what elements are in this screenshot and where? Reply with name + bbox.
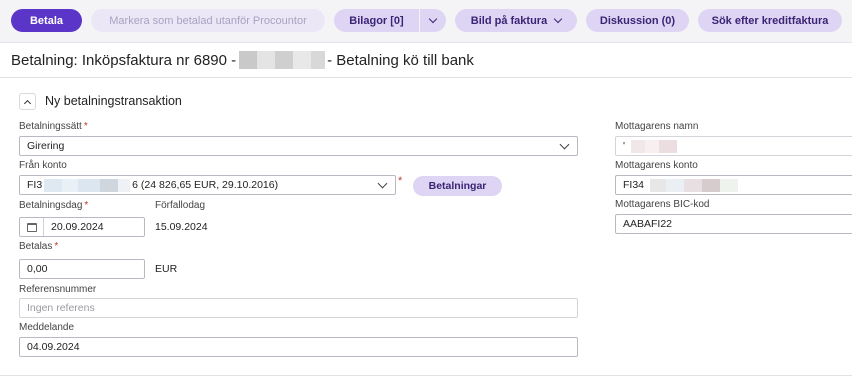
from-account-label: Från konto [19,160,67,171]
due-date-value: 15.09.2024 [155,221,208,233]
recipient-name-value: ' [623,140,626,152]
discussion-button[interactable]: Diskussion (0) [586,9,689,32]
toolbar: Betala Markera som betalad utanför Proco… [0,0,852,43]
recipient-account-field: FI34 [615,175,852,195]
collapse-section-button[interactable] [19,93,36,110]
amount-input[interactable]: 0,00 [19,259,145,279]
recipient-account-label: Mottagarens konto [615,160,698,171]
image-on-invoice-label: Bild på faktura [470,14,548,27]
reference-input[interactable]: Ingen referens [19,298,578,318]
pay-button[interactable]: Betala [11,9,82,32]
chevron-down-icon [553,14,563,23]
recipient-name-field: ' [615,136,852,156]
reference-placeholder: Ingen referens [27,302,95,314]
redacted-account-number [44,178,131,192]
recipient-account-prefix: FI34 [623,179,645,191]
amount-label: Betalas * [19,241,59,252]
image-on-invoice-button[interactable]: Bild på faktura [455,9,577,32]
payment-date-label: Betalningsdag * [19,200,89,211]
redacted-recipient-account [650,178,739,192]
chevron-down-icon [428,14,438,23]
chevron-down-icon [559,139,570,150]
recipient-name-label: Mottagarens namn [615,121,699,132]
page-title-prefix: Betalning: Inköpsfaktura nr 6890 - [11,51,237,69]
due-date-label: Förfallodag [155,200,206,211]
search-credit-invoice-button[interactable]: Sök efter kreditfaktura [698,9,842,32]
bottom-divider [0,375,852,376]
calendar-icon[interactable] [20,218,44,236]
chevron-down-icon [377,178,388,189]
mark-paid-outside-button[interactable]: Markera som betalad utanför Procountor [91,9,325,32]
page-title-suffix: - Betalning kö till bank [327,51,474,69]
message-label: Meddelande [19,322,75,333]
payment-date-input[interactable]: 20.09.2024 [19,217,145,237]
from-account-select[interactable]: FI3 6 (24 826,65 EUR, 29.10.2016) [19,175,396,195]
payment-method-label: Betalningssätt * [19,121,88,132]
message-input[interactable]: 04.09.2024 [19,337,578,357]
attachments-dropdown-button[interactable] [420,9,446,32]
payment-method-select[interactable]: Girering [19,136,578,156]
payment-method-value: Girering [27,140,65,152]
payments-button[interactable]: Betalningar [413,176,502,196]
chevron-up-icon [23,99,32,107]
redacted-supplier-name [239,51,326,69]
from-account-suffix: 6 (24 826,65 EUR, 29.10.2016) [132,179,279,191]
required-marker: * [398,175,403,187]
amount-value: 0,00 [27,263,48,275]
recipient-bic-field: AABAFI22 [615,214,852,234]
section-title: Ny betalningstransaktion [45,94,182,108]
reference-label: Referensnummer [19,284,97,295]
recipient-bic-label: Mottagarens BIC-kod [615,199,710,210]
title-divider [0,77,852,78]
page-title: Betalning: Inköpsfaktura nr 6890 - - Bet… [11,51,474,69]
payment-date-value: 20.09.2024 [51,221,104,233]
redacted-recipient-name [631,139,678,153]
from-account-prefix: FI3 [27,179,43,191]
recipient-bic-value: AABAFI22 [623,218,673,230]
currency-label: EUR [155,263,178,275]
attachments-button[interactable]: Bilagor [0] [334,9,419,32]
message-value: 04.09.2024 [27,341,80,353]
